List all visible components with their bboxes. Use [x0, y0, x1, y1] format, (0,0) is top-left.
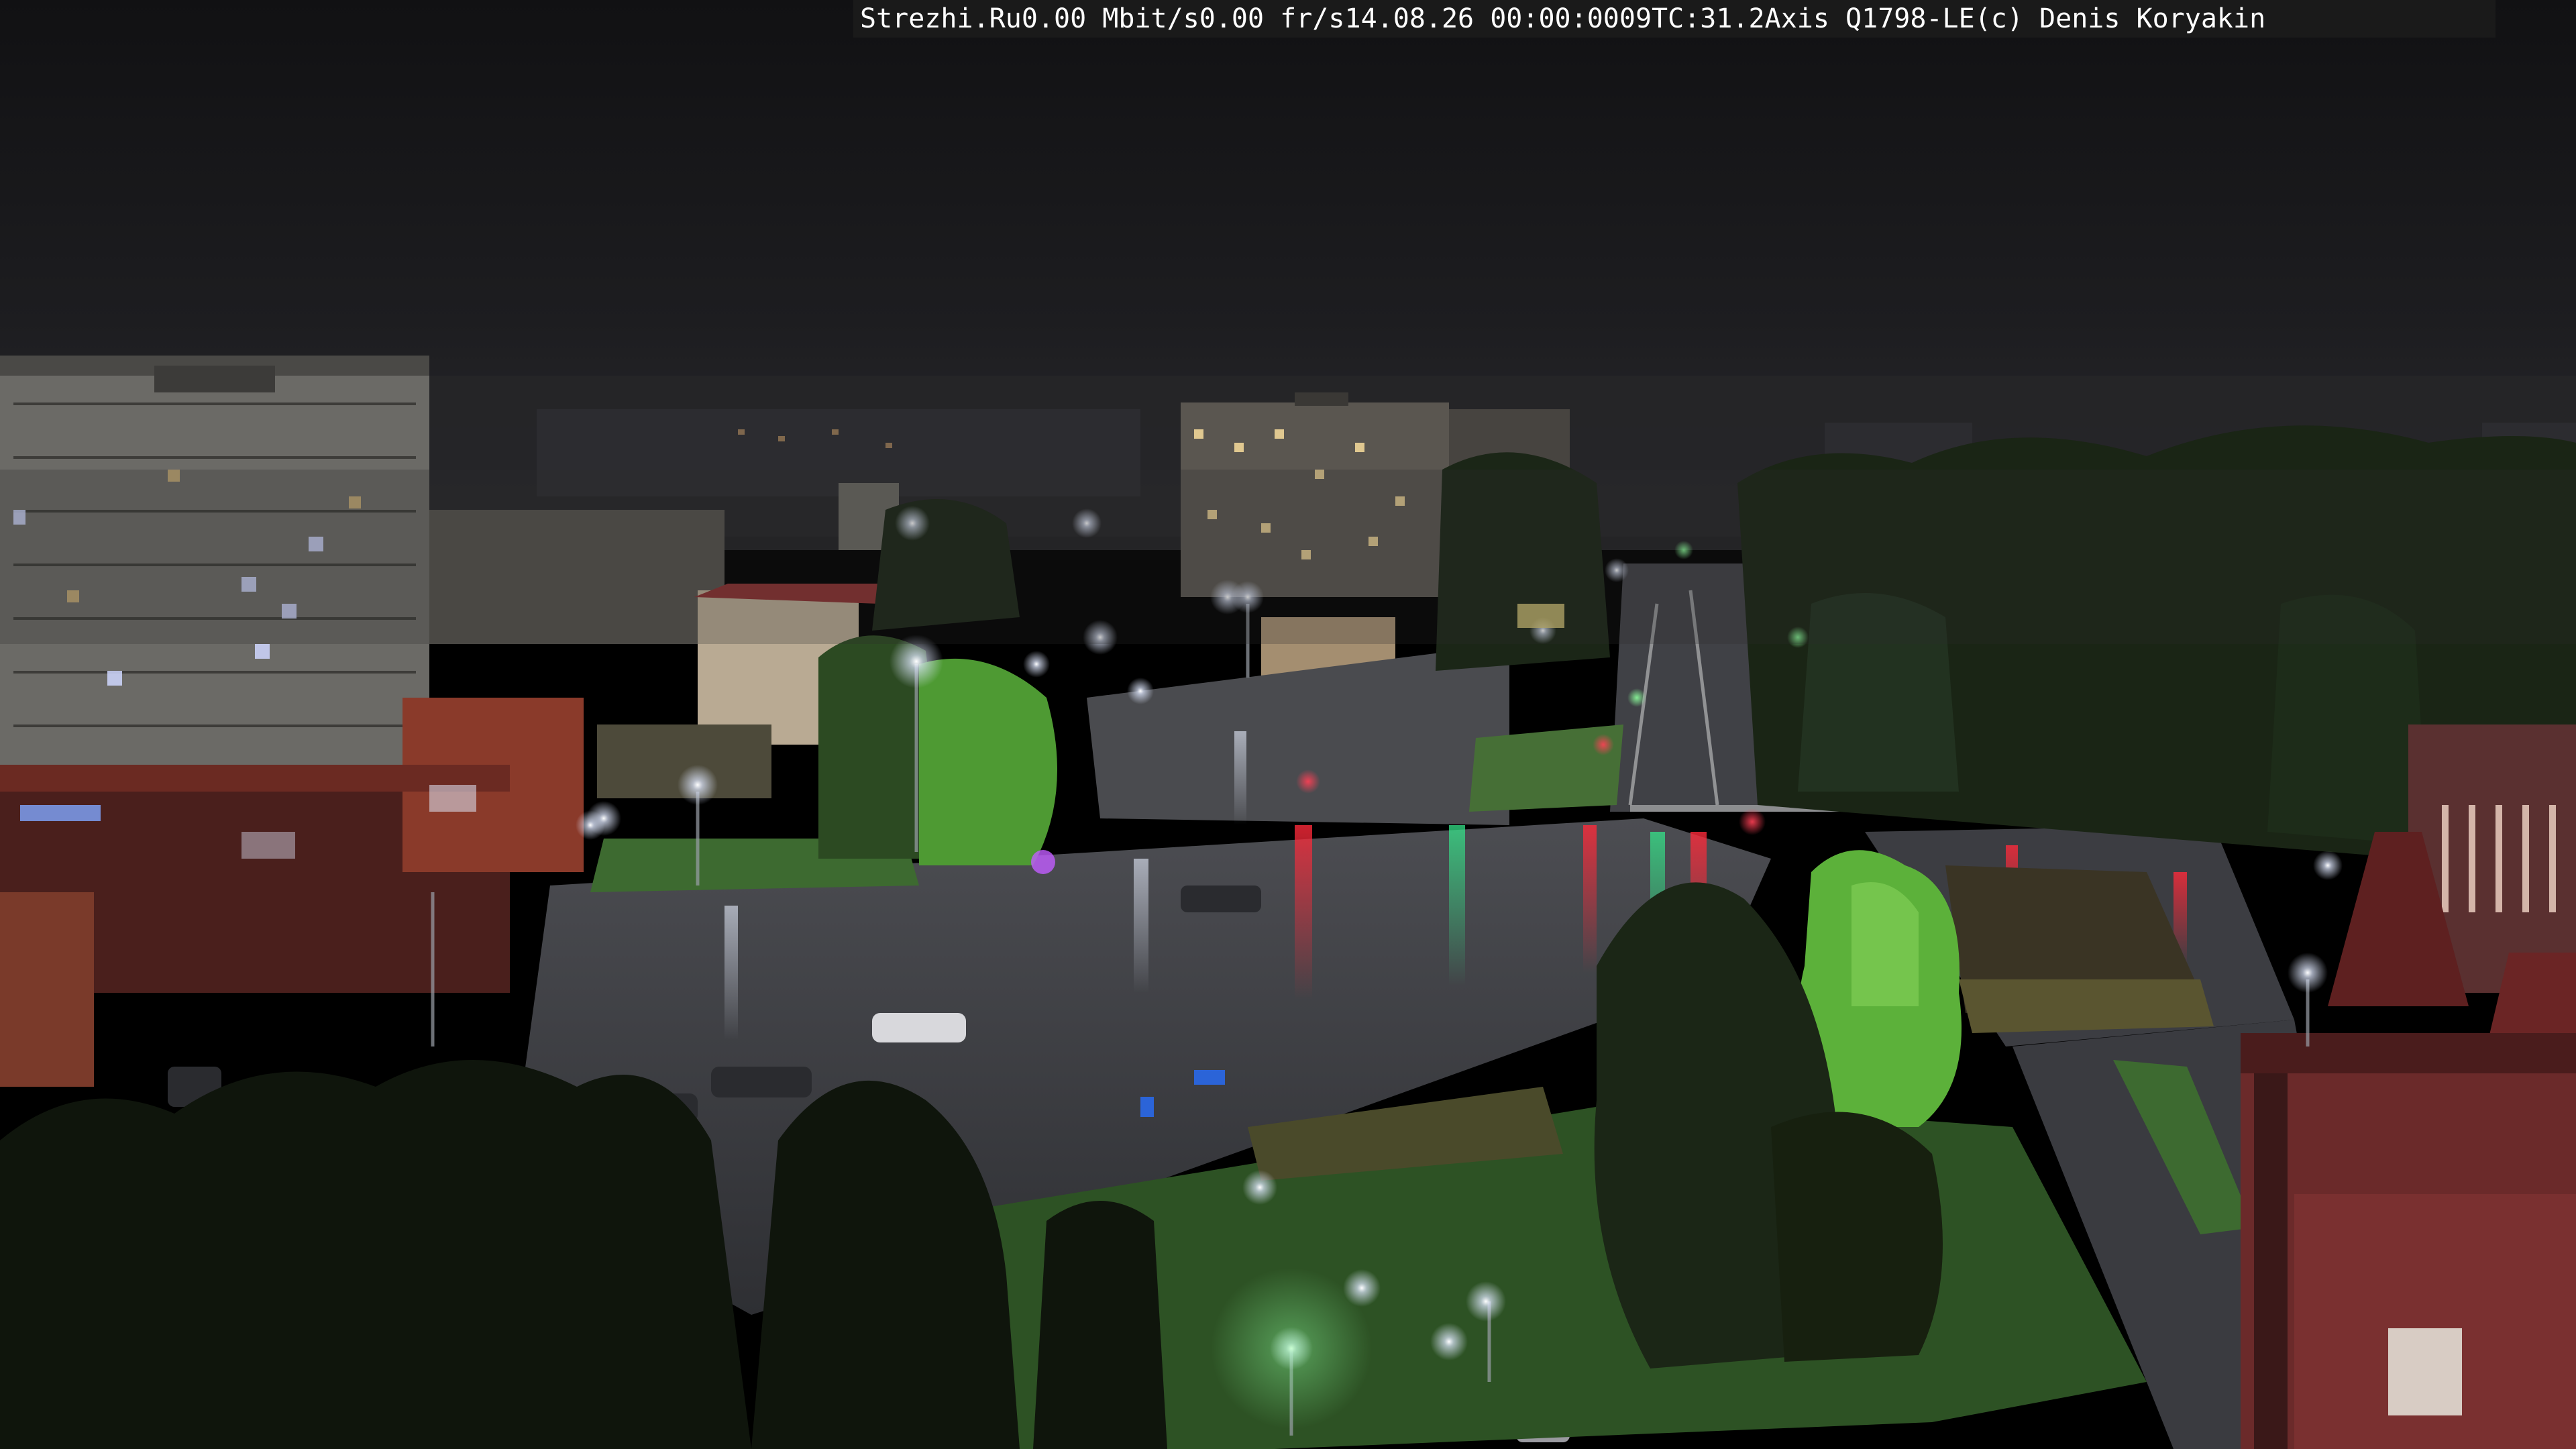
camera-model: Axis Q1798-LE [1764, 3, 1975, 34]
night-city-scene [0, 0, 2576, 1449]
site-name: Strezhi.Ru [860, 3, 1022, 34]
bandwidth-readout: 0.00 Mbit/s [1021, 3, 1199, 34]
camera-info-overlay: Strezhi.Ru 0.00 Mbit/s 0.00 fr/s 14.08.2… [853, 0, 2496, 38]
haze [0, 470, 2576, 644]
datetime-readout: 14.08.26 00:00:0009 [1344, 3, 1652, 34]
webcam-frame: Strezhi.Ru 0.00 Mbit/s 0.00 fr/s 14.08.2… [0, 0, 2576, 1449]
framerate-readout: 0.00 fr/s [1199, 3, 1345, 34]
tc-readout: TC:31.2 [1652, 3, 1765, 34]
copyright-text: (c) Denis Koryakin [1974, 3, 2266, 34]
